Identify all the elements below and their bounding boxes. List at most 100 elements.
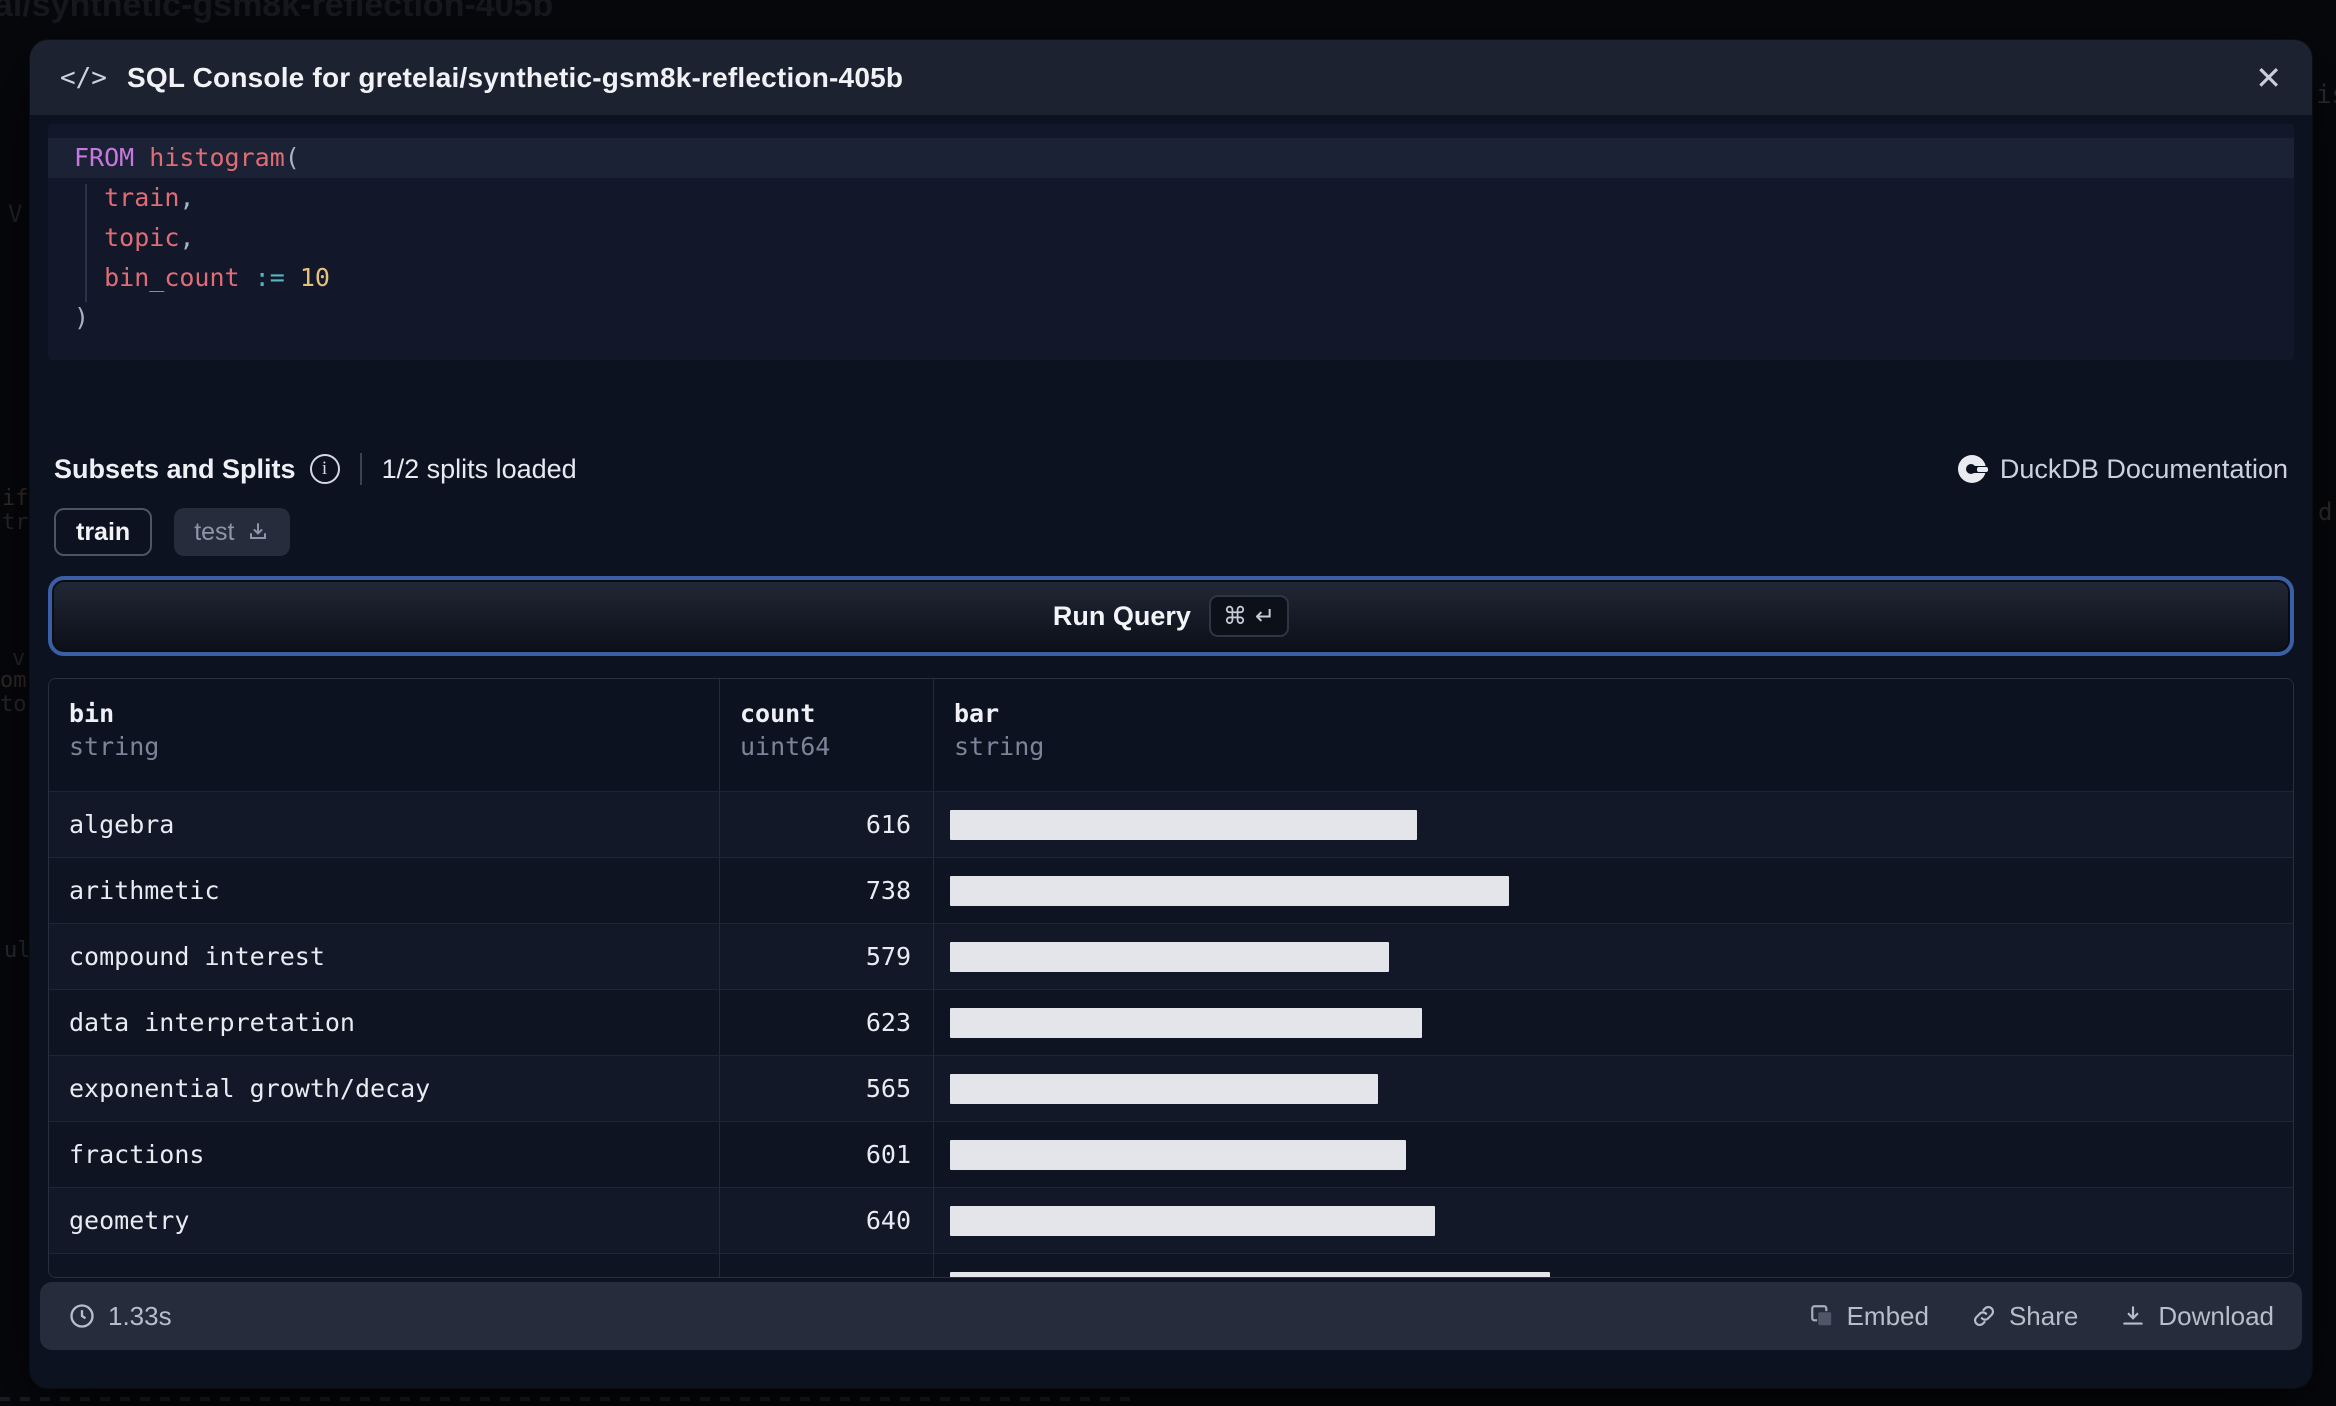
background-text-fragment: tr	[2, 510, 29, 535]
table-row[interactable]: compound interest 579	[49, 923, 2293, 989]
background-text-fragment: to	[0, 692, 27, 717]
footer-actions: Embed Share Download	[1809, 1301, 2274, 1332]
column-name: bar	[954, 699, 1000, 728]
code-icon: </>	[60, 62, 107, 93]
bar-value	[950, 1205, 1435, 1236]
split-chip-test[interactable]: test	[174, 508, 291, 556]
cell-bar	[934, 1254, 2293, 1277]
sql-code-line: bin_count := 10	[48, 258, 2294, 298]
cell-bin: compound interest	[49, 924, 720, 989]
query-footer: 1.33s Embed Share Download	[40, 1282, 2302, 1350]
split-chip-train[interactable]: train	[54, 508, 153, 556]
sql-code: FROM histogram( train, topic, bin_count …	[48, 138, 2294, 338]
column-header-bin[interactable]: bin string	[49, 679, 720, 791]
query-duration-value: 1.33s	[108, 1300, 172, 1331]
table-row[interactable]: algebra 616	[49, 791, 2293, 857]
sql-code-line: )	[48, 298, 2294, 338]
run-query-label: Run Query	[1052, 600, 1191, 631]
split-chips: train test	[54, 508, 291, 556]
cell-bin: exponential growth/decay	[49, 1056, 720, 1121]
sql-token: histogram	[149, 143, 285, 172]
download-label: Download	[2158, 1300, 2274, 1331]
query-duration: 1.33s	[68, 1301, 172, 1332]
splits-loaded-status: 1/2 splits loaded	[381, 453, 577, 484]
background-text-fragment: d	[2318, 498, 2333, 526]
sql-token: ,	[179, 223, 195, 252]
table-header: bin string count uint64 bar string	[49, 679, 2293, 791]
cell-bar	[934, 990, 2293, 1055]
bar-value	[950, 809, 1417, 840]
duckdb-documentation-label: DuckDB Documentation	[1999, 453, 2288, 484]
sql-token: 10	[299, 263, 330, 292]
cell-bar	[934, 858, 2293, 923]
cell-count: 565	[720, 1056, 934, 1121]
close-icon[interactable]: ✕	[2255, 62, 2282, 94]
column-header-count[interactable]: count uint64	[720, 679, 934, 791]
background-text-fragment: is	[2316, 80, 2336, 110]
sql-code-line: train,	[48, 178, 2294, 218]
download-button[interactable]: Download	[2120, 1301, 2274, 1332]
split-download-icon	[250, 523, 267, 539]
subsets-row: Subsets and Splits i 1/2 splits loaded D…	[54, 446, 2288, 492]
sql-code-line: topic,	[48, 218, 2294, 258]
column-header-bar[interactable]: bar string	[934, 679, 2293, 791]
table-row[interactable]: geometry 640	[49, 1187, 2293, 1253]
modal-titlebar: </> SQL Console for gretelai/synthetic-g…	[30, 40, 2312, 116]
column-type: string	[954, 732, 1045, 761]
cell-bar	[934, 1188, 2293, 1253]
cell-count: 640	[720, 1188, 934, 1253]
cell-bar	[934, 792, 2293, 857]
table-row-partial[interactable]	[49, 1253, 2293, 1277]
embed-button[interactable]: Embed	[1809, 1301, 1929, 1332]
cell-bin: algebra	[49, 792, 720, 857]
keyboard-shortcut-badge: ⌘ ↵	[1208, 595, 1290, 637]
table-row[interactable]: exponential growth/decay 565	[49, 1055, 2293, 1121]
sql-token: bin_count	[104, 263, 240, 292]
sql-token: FROM	[74, 143, 135, 172]
table-row[interactable]: arithmetic 738	[49, 857, 2293, 923]
table-row[interactable]: fractions 601	[49, 1121, 2293, 1187]
bar-value	[950, 941, 1389, 972]
divider	[359, 453, 362, 485]
share-button[interactable]: Share	[1971, 1301, 2078, 1332]
indent-guide	[85, 184, 87, 302]
bar-value	[950, 1073, 1378, 1104]
column-type: uint64	[740, 732, 831, 761]
sql-token: )	[74, 303, 90, 332]
bar-value	[950, 1271, 1550, 1277]
duckdb-documentation-link[interactable]: DuckDB Documentation	[1957, 453, 2288, 485]
cell-count: 579	[720, 924, 934, 989]
sql-code-line: FROM histogram(	[48, 138, 2294, 178]
share-link-icon	[1973, 1306, 1994, 1326]
cell-bar	[934, 1122, 2293, 1187]
column-name: count	[740, 699, 816, 728]
embed-icon	[1810, 1305, 1832, 1327]
embed-label: Embed	[1846, 1300, 1929, 1331]
sql-editor[interactable]: FROM histogram( train, topic, bin_count …	[48, 124, 2294, 360]
column-type: string	[69, 732, 160, 761]
background-text-fragment: om	[0, 668, 27, 693]
run-query-button[interactable]: Run Query ⌘ ↵	[48, 576, 2294, 656]
sql-token: train	[104, 183, 180, 212]
cell-bin	[49, 1254, 720, 1277]
cell-count	[720, 1254, 934, 1277]
table-row[interactable]: data interpretation 623	[49, 989, 2293, 1055]
cell-bar	[934, 1056, 2293, 1121]
duckdb-logo-icon	[1957, 454, 1988, 484]
bar-value	[950, 1139, 1406, 1170]
info-icon[interactable]: i	[309, 454, 340, 484]
cell-bin: arithmetic	[49, 858, 720, 923]
cell-bin: data interpretation	[49, 990, 720, 1055]
subsets-heading: Subsets and Splits	[54, 453, 296, 484]
sql-token: (	[284, 143, 300, 172]
split-chip-label: train	[76, 517, 131, 546]
sql-token: :=	[254, 263, 285, 292]
kbd-key: ⌘	[1222, 602, 1247, 630]
table-body: algebra 616 arithmetic 738 compound interest…	[49, 791, 2293, 1277]
cell-count: 738	[720, 858, 934, 923]
